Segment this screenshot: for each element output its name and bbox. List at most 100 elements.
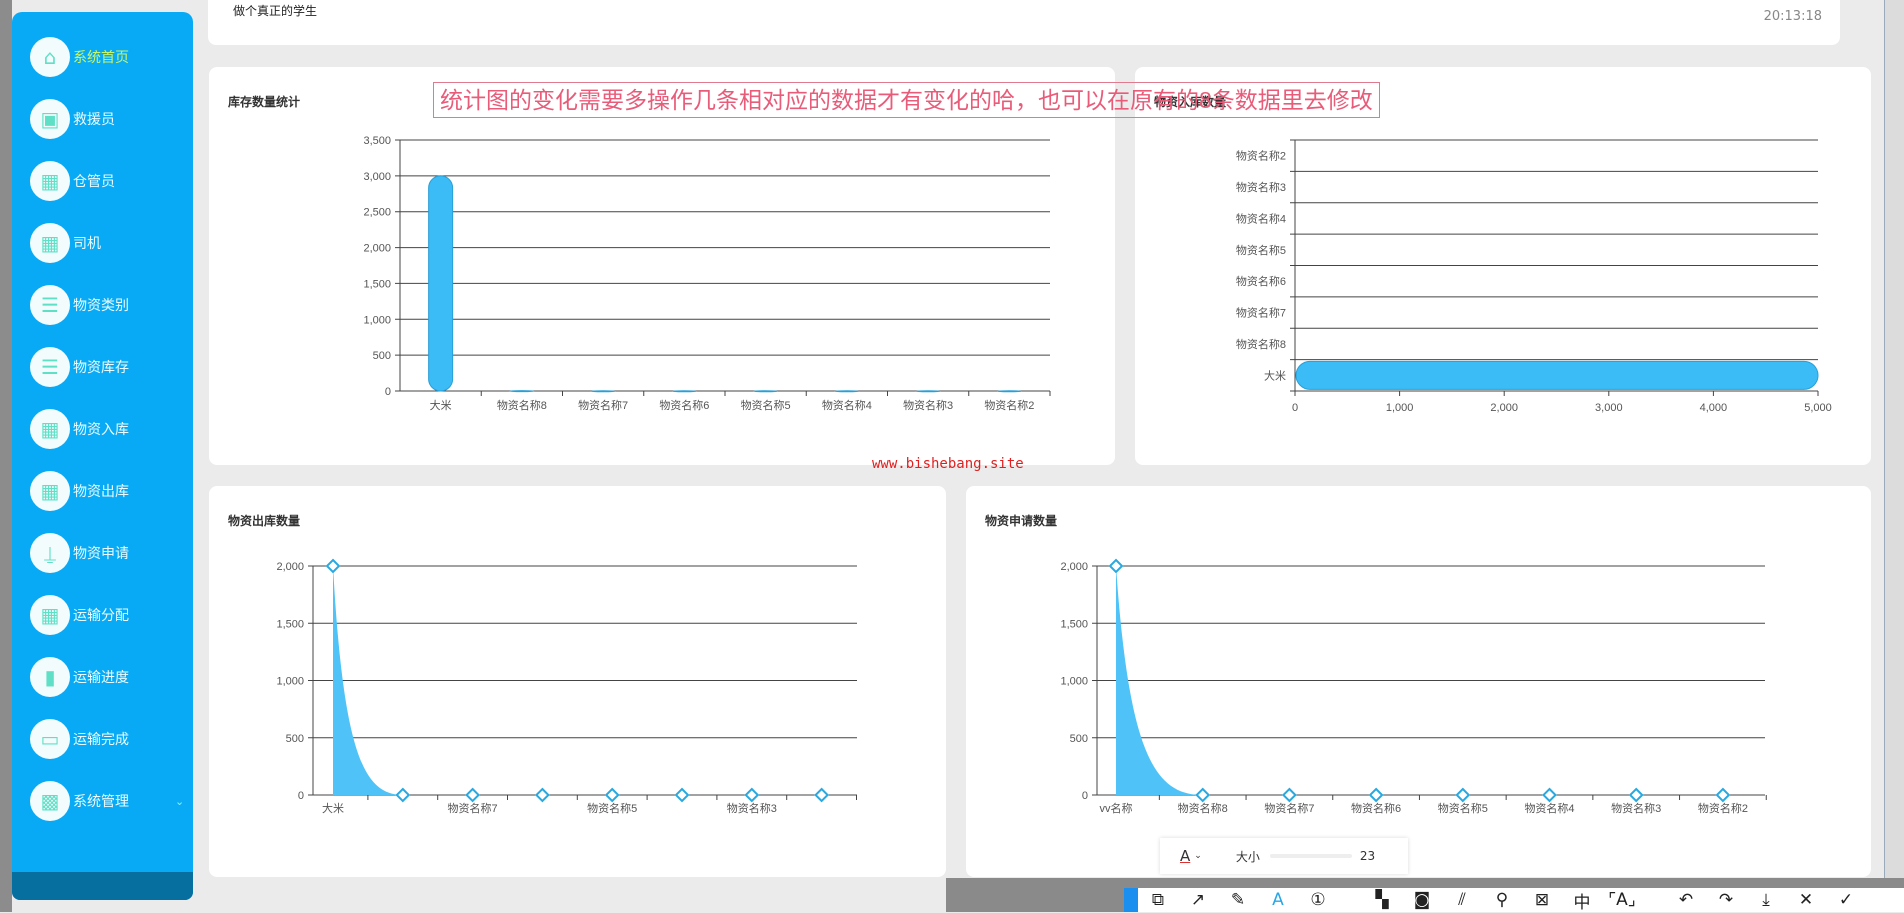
sidebar-item-9[interactable]: ▦ 运输分配 [30, 594, 129, 636]
sidebar-item-label: 运输分配 [73, 607, 129, 623]
list-icon: ☰ [30, 347, 70, 387]
sidebar-item-10[interactable]: ▮ 运输进度 [30, 656, 129, 698]
shape-icon[interactable]: ⧉ [1138, 890, 1178, 910]
y-tick-label: 3,500 [363, 135, 391, 147]
x-tick-label: 物资名称4 [1524, 801, 1574, 815]
hatch-icon[interactable]: ⫽ [1442, 890, 1482, 910]
ocr-icon[interactable]: ⊠ [1522, 890, 1562, 910]
size-label: 大小 [1235, 849, 1260, 864]
size-slider[interactable] [1269, 854, 1352, 858]
list-icon: ☰ [30, 285, 70, 325]
chevron-down-icon[interactable]: ⌄ [1194, 851, 1202, 861]
pencil-icon[interactable]: ✎ [1218, 890, 1258, 910]
translate-icon[interactable]: 中 [1562, 888, 1602, 913]
data-point [744, 787, 760, 803]
sidebar-item-label: 系统首页 [73, 49, 129, 65]
y-tick-label: 1,000 [363, 314, 391, 326]
share-icon[interactable]: ↷ [1706, 890, 1746, 910]
x-tick-label: 大米 [322, 801, 344, 815]
data-point [534, 787, 550, 803]
data-point [1368, 787, 1384, 803]
arrow-icon[interactable]: ↗ [1178, 890, 1218, 910]
x-tick-label: vv名称 [1100, 801, 1133, 815]
sidebar-item-7[interactable]: ▦ 物资出库 [30, 470, 129, 512]
x-tick-label: 物资名称8 [1178, 801, 1228, 815]
motto-text: 做个真正的学生 [233, 4, 318, 18]
data-point [1108, 558, 1124, 574]
y-tick-label: 物资名称6 [1236, 274, 1286, 288]
sidebar-item-12[interactable]: ▩ 系统管理 ⌄ [30, 780, 184, 822]
x-tick-label: 4,000 [1700, 402, 1728, 414]
sidebar-item-6[interactable]: ▦ 物资入库 [30, 408, 129, 450]
y-tick-label: 2,000 [276, 561, 304, 573]
grid-icon: ▦ [30, 595, 70, 635]
bar [915, 390, 941, 393]
outbound-area-chart: 0 500 1,000 1,500 2,000 大米 物资名称7 物资名称5 物资名称3 [276, 558, 857, 815]
font-color-button[interactable]: A [1180, 847, 1190, 865]
annotation-textbox[interactable]: 统计图的变化需要多操作几条相对应的数据才有变化的哈，也可以在原有的8条数据里去修… [433, 82, 1380, 118]
y-tick-label: 大米 [1264, 368, 1286, 382]
clock-time: 20:13:18 [1763, 9, 1822, 24]
undo-icon[interactable]: ↶ [1666, 890, 1706, 910]
number-icon[interactable]: ① [1298, 890, 1338, 910]
download-icon[interactable]: ⤓ [1746, 890, 1786, 910]
header-card: 做个真正的学生 20:13:18 [208, 0, 1840, 45]
sidebar: ⌂ 系统首页 ▣ 救援员 ▦ 仓管员 ▦ 司机 ☰ 物资类别 ☰ 物资库存 ▦ 物资入库 ▦ 物资出库 ⍊ 物资申… [12, 12, 193, 900]
pin-icon[interactable]: ⚲ [1482, 890, 1522, 910]
sidebar-item-0[interactable]: ⌂ 系统首页 [30, 36, 129, 78]
chart-card-request: 物资申请数量 0 500 1,000 1,500 2,000 vv名称 物资名称8 物资名称7… [966, 486, 1871, 877]
y-tick-label: 500 [286, 733, 304, 745]
data-point [325, 558, 341, 574]
y-tick-label: 2,000 [363, 243, 391, 255]
sidebar-item-8[interactable]: ⍊ 物资申请 [30, 532, 129, 574]
x-tick-label: 5,000 [1804, 402, 1832, 414]
sidebar-item-5[interactable]: ☰ 物资库存 [30, 346, 129, 388]
y-tick-label: 500 [373, 350, 391, 362]
sidebar-item-label: 司机 [73, 235, 101, 251]
sidebar-item-11[interactable]: ▭ 运输完成 [30, 718, 129, 760]
home-icon: ⌂ [30, 37, 70, 77]
chart-card-outbound: 物资出库数量 0 500 1,000 1,500 2,000 大米 物资名称7 物资名称5 物资… [209, 486, 946, 877]
clipboard-icon: ▣ [30, 99, 70, 139]
portrait-icon[interactable]: ◙ [1402, 890, 1442, 910]
sidebar-item-3[interactable]: ▦ 司机 [30, 222, 101, 264]
x-tick-label: 物资名称3 [903, 398, 953, 412]
data-point [1542, 787, 1557, 803]
sidebar-item-1[interactable]: ▣ 救援员 [30, 98, 115, 140]
sidebar-item-label: 物资类别 [73, 297, 129, 313]
data-point [604, 787, 620, 803]
sidebar-item-2[interactable]: ▦ 仓管员 [30, 160, 115, 202]
sidebar-item-label: 系统管理 [73, 793, 129, 809]
stock-bar-chart: 0 500 1,000 1,500 2,000 2,500 3,000 3,500 大米 物资名称… [363, 135, 1051, 412]
mosaic-icon[interactable]: ▚ [1362, 890, 1402, 910]
y-tick-label: 物资名称4 [1236, 211, 1286, 225]
grid-icon: ▦ [30, 223, 70, 263]
x-tick-label: 物资名称7 [578, 398, 628, 412]
x-tick-label: 物资名称7 [448, 801, 498, 815]
chart-title: 库存数量统计 [228, 95, 301, 109]
data-point [1281, 787, 1297, 803]
grid-icon: ▦ [30, 161, 70, 201]
y-tick-label: 1,500 [276, 618, 304, 630]
watermark-text: www.bishebang.site [872, 456, 1024, 472]
bar-chart-icon: ▮ [30, 657, 70, 697]
sidebar-item-label: 仓管员 [73, 173, 115, 189]
confirm-icon[interactable]: ✓ [1826, 890, 1866, 910]
close-icon[interactable]: ✕ [1786, 890, 1826, 910]
toolbar-handle[interactable] [1124, 888, 1138, 912]
text-icon[interactable]: A [1258, 890, 1298, 910]
x-tick-label: 物资名称3 [1611, 801, 1661, 815]
apps-icon: ▩ [30, 781, 70, 821]
chart-card-inbound: 物资入库数量 大米 物资名称8 物资名称7 物资名称6 物资名称5 物资名称4 物资名称3 物… [1135, 67, 1871, 465]
text-extract-icon[interactable]: ⌜A⌟ [1602, 890, 1642, 910]
grid-icon: ▦ [30, 471, 70, 511]
x-tick-label: 物资名称6 [1351, 801, 1401, 815]
bar [996, 390, 1022, 393]
x-tick-label: 物资名称4 [822, 398, 872, 412]
sidebar-item-4[interactable]: ☰ 物资类别 [30, 284, 129, 326]
chevron-down-icon[interactable]: ⌄ [175, 795, 184, 808]
y-tick-label: 1,000 [1060, 676, 1088, 688]
text-style-popup: A ⌄ 大小 23 [1160, 838, 1408, 874]
y-tick-label: 1,000 [276, 676, 304, 688]
x-tick-label: 1,000 [1386, 402, 1414, 414]
